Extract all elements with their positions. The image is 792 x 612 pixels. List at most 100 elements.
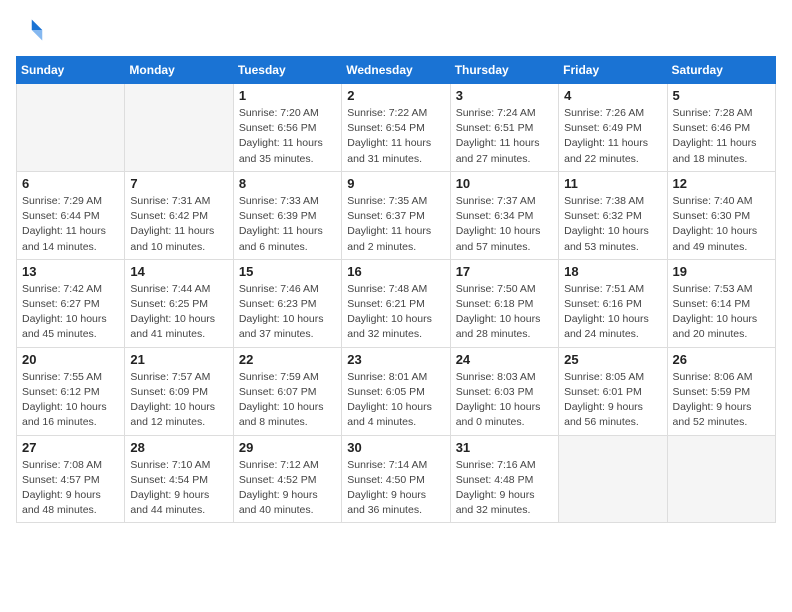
- calendar-week-row: 13 Sunrise: 7:42 AM Sunset: 6:27 PM Dayli…: [17, 259, 776, 347]
- day-detail: Sunrise: 7:16 AM Sunset: 4:48 PM Dayligh…: [456, 458, 553, 519]
- day-number: 18: [564, 264, 661, 279]
- calendar-cell: 30 Sunrise: 7:14 AM Sunset: 4:50 PM Dayli…: [342, 435, 450, 523]
- day-detail: Sunrise: 7:12 AM Sunset: 4:52 PM Dayligh…: [239, 458, 336, 519]
- calendar-cell: [667, 435, 775, 523]
- day-number: 30: [347, 440, 444, 455]
- calendar-cell: 9 Sunrise: 7:35 AM Sunset: 6:37 PM Daylig…: [342, 171, 450, 259]
- day-detail: Sunrise: 7:50 AM Sunset: 6:18 PM Dayligh…: [456, 282, 553, 343]
- calendar-cell: 22Sunrise: 7:59 AM Sunset: 6:07 PM Dayli…: [233, 347, 341, 435]
- calendar-cell: 23 Sunrise: 8:01 AM Sunset: 6:05 PM Dayli…: [342, 347, 450, 435]
- weekday-header: Thursday: [450, 57, 558, 84]
- day-detail: Sunrise: 7:42 AM Sunset: 6:27 PM Dayligh…: [22, 282, 119, 343]
- day-detail: Sunrise: 7:35 AM Sunset: 6:37 PM Dayligh…: [347, 194, 444, 255]
- calendar-cell: 2Sunrise: 7:22 AM Sunset: 6:54 PM Daylig…: [342, 84, 450, 172]
- day-number: 9: [347, 176, 444, 191]
- day-number: 23: [347, 352, 444, 367]
- calendar-cell: 25 Sunrise: 8:05 AM Sunset: 6:01 PM Dayli…: [559, 347, 667, 435]
- day-number: 14: [130, 264, 227, 279]
- day-detail: Sunrise: 7:38 AM Sunset: 6:32 PM Dayligh…: [564, 194, 661, 255]
- calendar-cell: 8 Sunrise: 7:33 AM Sunset: 6:39 PM Daylig…: [233, 171, 341, 259]
- day-number: 21: [130, 352, 227, 367]
- calendar-cell: 27 Sunrise: 7:08 AM Sunset: 4:57 PM Dayli…: [17, 435, 125, 523]
- day-number: 20: [22, 352, 119, 367]
- day-detail: Sunrise: 7:10 AM Sunset: 4:54 PM Dayligh…: [130, 458, 227, 519]
- calendar-cell: 14 Sunrise: 7:44 AM Sunset: 6:25 PM Dayli…: [125, 259, 233, 347]
- day-detail: Sunrise: 7:51 AM Sunset: 6:16 PM Dayligh…: [564, 282, 661, 343]
- calendar-week-row: 6 Sunrise: 7:29 AM Sunset: 6:44 PM Daylig…: [17, 171, 776, 259]
- calendar-cell: 20 Sunrise: 7:55 AM Sunset: 6:12 PM Dayli…: [17, 347, 125, 435]
- day-number: 19: [673, 264, 770, 279]
- day-number: 10: [456, 176, 553, 191]
- calendar-cell: 5Sunrise: 7:28 AM Sunset: 6:46 PM Daylig…: [667, 84, 775, 172]
- day-number: 2: [347, 88, 444, 103]
- day-detail: Sunrise: 7:28 AM Sunset: 6:46 PM Dayligh…: [673, 106, 770, 167]
- day-number: 24: [456, 352, 553, 367]
- calendar-cell: 29 Sunrise: 7:12 AM Sunset: 4:52 PM Dayli…: [233, 435, 341, 523]
- day-detail: Sunrise: 7:46 AM Sunset: 6:23 PM Dayligh…: [239, 282, 336, 343]
- day-number: 22: [239, 352, 336, 367]
- calendar-cell: 3 Sunrise: 7:24 AM Sunset: 6:51 PM Daylig…: [450, 84, 558, 172]
- weekday-header: Wednesday: [342, 57, 450, 84]
- day-detail: Sunrise: 8:01 AM Sunset: 6:05 PM Dayligh…: [347, 370, 444, 431]
- day-number: 6: [22, 176, 119, 191]
- calendar-cell: 31 Sunrise: 7:16 AM Sunset: 4:48 PM Dayli…: [450, 435, 558, 523]
- day-number: 4: [564, 88, 661, 103]
- day-number: 27: [22, 440, 119, 455]
- weekday-header: Saturday: [667, 57, 775, 84]
- calendar-cell: 15Sunrise: 7:46 AM Sunset: 6:23 PM Dayli…: [233, 259, 341, 347]
- day-detail: Sunrise: 7:55 AM Sunset: 6:12 PM Dayligh…: [22, 370, 119, 431]
- day-detail: Sunrise: 7:53 AM Sunset: 6:14 PM Dayligh…: [673, 282, 770, 343]
- calendar-cell: 18 Sunrise: 7:51 AM Sunset: 6:16 PM Dayli…: [559, 259, 667, 347]
- day-detail: Sunrise: 8:05 AM Sunset: 6:01 PM Dayligh…: [564, 370, 661, 431]
- day-number: 7: [130, 176, 227, 191]
- day-detail: Sunrise: 8:03 AM Sunset: 6:03 PM Dayligh…: [456, 370, 553, 431]
- day-detail: Sunrise: 7:08 AM Sunset: 4:57 PM Dayligh…: [22, 458, 119, 519]
- day-number: 13: [22, 264, 119, 279]
- calendar-header-row: SundayMondayTuesdayWednesdayThursdayFrid…: [17, 57, 776, 84]
- day-detail: Sunrise: 7:24 AM Sunset: 6:51 PM Dayligh…: [456, 106, 553, 167]
- logo-icon: [16, 16, 44, 44]
- calendar-table: SundayMondayTuesdayWednesdayThursdayFrid…: [16, 56, 776, 523]
- day-number: 28: [130, 440, 227, 455]
- calendar-cell: 11 Sunrise: 7:38 AM Sunset: 6:32 PM Dayli…: [559, 171, 667, 259]
- day-number: 12: [673, 176, 770, 191]
- day-detail: Sunrise: 7:48 AM Sunset: 6:21 PM Dayligh…: [347, 282, 444, 343]
- day-number: 29: [239, 440, 336, 455]
- calendar-cell: 1Sunrise: 7:20 AM Sunset: 6:56 PM Daylig…: [233, 84, 341, 172]
- day-number: 26: [673, 352, 770, 367]
- logo: [16, 16, 48, 44]
- calendar-week-row: 1Sunrise: 7:20 AM Sunset: 6:56 PM Daylig…: [17, 84, 776, 172]
- calendar-cell: 16 Sunrise: 7:48 AM Sunset: 6:21 PM Dayli…: [342, 259, 450, 347]
- calendar-cell: 4Sunrise: 7:26 AM Sunset: 6:49 PM Daylig…: [559, 84, 667, 172]
- day-detail: Sunrise: 7:57 AM Sunset: 6:09 PM Dayligh…: [130, 370, 227, 431]
- calendar-cell: [125, 84, 233, 172]
- day-detail: Sunrise: 7:44 AM Sunset: 6:25 PM Dayligh…: [130, 282, 227, 343]
- day-detail: Sunrise: 7:14 AM Sunset: 4:50 PM Dayligh…: [347, 458, 444, 519]
- calendar-cell: 24 Sunrise: 8:03 AM Sunset: 6:03 PM Dayli…: [450, 347, 558, 435]
- day-number: 31: [456, 440, 553, 455]
- calendar-cell: 12Sunrise: 7:40 AM Sunset: 6:30 PM Dayli…: [667, 171, 775, 259]
- calendar-week-row: 20 Sunrise: 7:55 AM Sunset: 6:12 PM Dayli…: [17, 347, 776, 435]
- day-detail: Sunrise: 7:33 AM Sunset: 6:39 PM Dayligh…: [239, 194, 336, 255]
- day-number: 3: [456, 88, 553, 103]
- day-detail: Sunrise: 8:06 AM Sunset: 5:59 PM Dayligh…: [673, 370, 770, 431]
- day-number: 16: [347, 264, 444, 279]
- calendar-cell: [559, 435, 667, 523]
- page-header: [16, 16, 776, 44]
- day-detail: Sunrise: 7:31 AM Sunset: 6:42 PM Dayligh…: [130, 194, 227, 255]
- calendar-cell: 28 Sunrise: 7:10 AM Sunset: 4:54 PM Dayli…: [125, 435, 233, 523]
- calendar-cell: 13 Sunrise: 7:42 AM Sunset: 6:27 PM Dayli…: [17, 259, 125, 347]
- day-number: 1: [239, 88, 336, 103]
- calendar-cell: 26 Sunrise: 8:06 AM Sunset: 5:59 PM Dayli…: [667, 347, 775, 435]
- day-number: 11: [564, 176, 661, 191]
- calendar-cell: 6 Sunrise: 7:29 AM Sunset: 6:44 PM Daylig…: [17, 171, 125, 259]
- day-number: 25: [564, 352, 661, 367]
- weekday-header: Monday: [125, 57, 233, 84]
- day-detail: Sunrise: 7:29 AM Sunset: 6:44 PM Dayligh…: [22, 194, 119, 255]
- calendar-cell: 10 Sunrise: 7:37 AM Sunset: 6:34 PM Dayli…: [450, 171, 558, 259]
- day-detail: Sunrise: 7:37 AM Sunset: 6:34 PM Dayligh…: [456, 194, 553, 255]
- calendar-cell: 7 Sunrise: 7:31 AM Sunset: 6:42 PM Daylig…: [125, 171, 233, 259]
- calendar-cell: 17Sunrise: 7:50 AM Sunset: 6:18 PM Dayli…: [450, 259, 558, 347]
- weekday-header: Friday: [559, 57, 667, 84]
- day-number: 8: [239, 176, 336, 191]
